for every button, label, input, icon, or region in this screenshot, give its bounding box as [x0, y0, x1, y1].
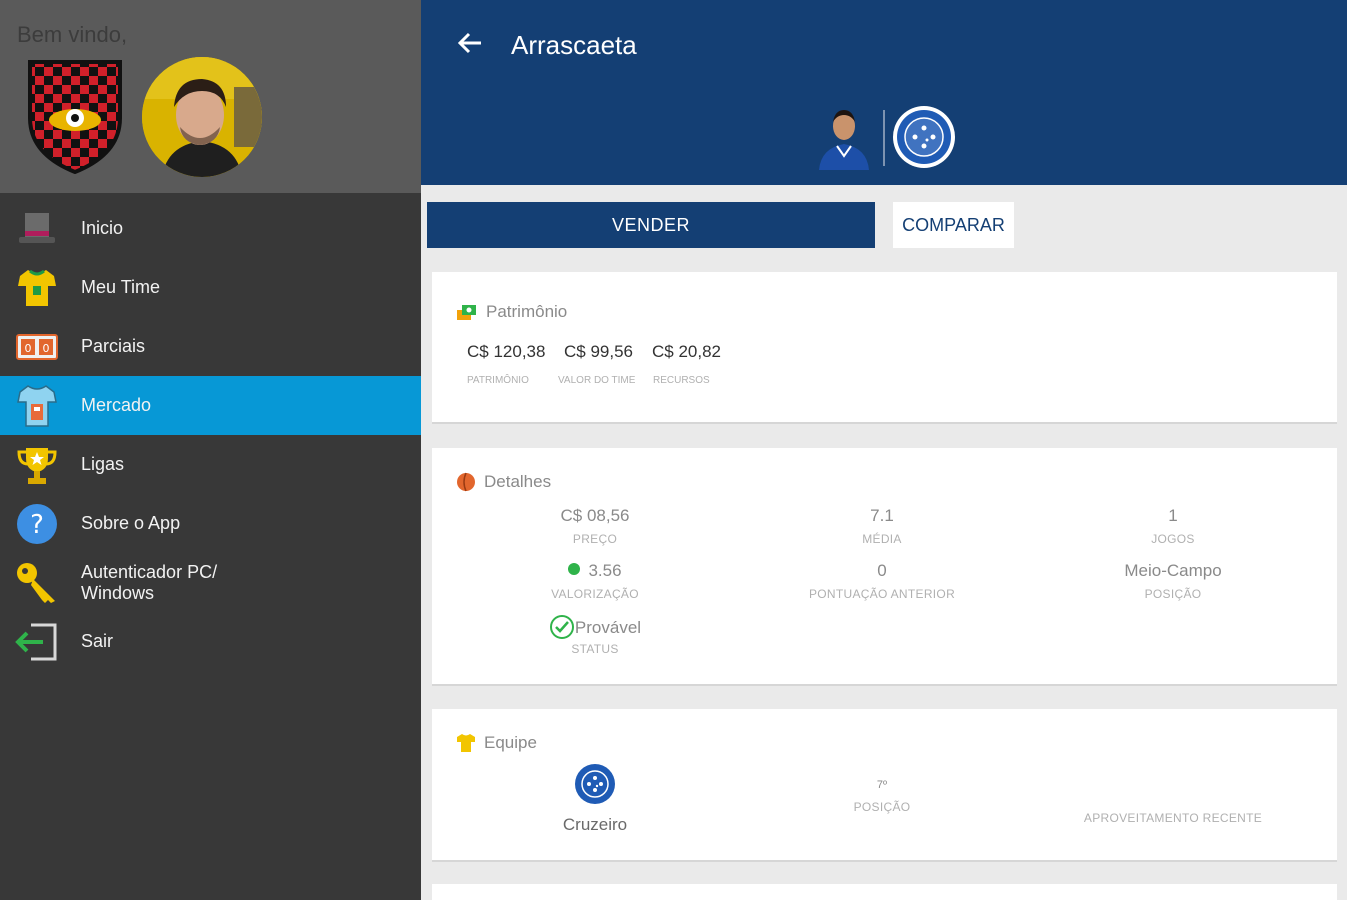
- menu-item-autenticador[interactable]: Autenticador PC/ Windows: [0, 553, 421, 612]
- previous-score-label: PONTUAÇÃO ANTERIOR: [808, 587, 956, 601]
- games-value: 1: [1168, 506, 1178, 525]
- menu-label-parciais: Parciais: [81, 336, 146, 356]
- valorization-value: 3.56: [588, 561, 622, 580]
- team-value-label: VALOR DO TIME: [558, 375, 636, 386]
- menu-label-sair: Sair: [81, 631, 114, 651]
- market-jersey-icon: [14, 383, 60, 429]
- average-label: MÉDIA: [862, 532, 902, 546]
- patrimonio-card: Patrimônio C$ 120,38 C$ 99,56 C$ 20,82 P…: [432, 272, 1337, 424]
- header-divider: [883, 110, 885, 166]
- app-bar: Arrascaeta: [421, 0, 1347, 185]
- compare-button[interactable]: COMPARAR: [893, 202, 1014, 248]
- status-row: Provável: [465, 614, 725, 640]
- menu-label-sobre: Sobre o App: [81, 513, 181, 533]
- patrimonio-title: Patrimônio: [486, 302, 568, 321]
- position-stat: Meio-Campo POSIÇÃO: [1043, 561, 1303, 601]
- positive-dot-icon: [568, 563, 581, 575]
- exit-icon: [14, 619, 60, 665]
- svg-text:0: 0: [25, 342, 32, 355]
- key-icon: [14, 560, 60, 606]
- menu-item-sair[interactable]: Sair: [0, 612, 421, 671]
- welcome-text: Bem vindo,: [17, 22, 128, 47]
- patrimonio-value: C$ 120,38: [467, 342, 546, 361]
- menu-label-inicio: Inicio: [81, 218, 124, 238]
- status-value: Provável: [574, 618, 642, 637]
- average-value: 7.1: [870, 506, 894, 525]
- previous-score-stat: 0 PONTUAÇÃO ANTERIOR: [752, 561, 1012, 601]
- hat-icon: [14, 206, 60, 252]
- valorization-row: 3.56: [465, 561, 725, 581]
- club-name: Cruzeiro: [562, 815, 628, 834]
- question-icon: ?: [14, 501, 60, 547]
- team-crest-icon[interactable]: [26, 58, 124, 174]
- valorization-label: VALORIZAÇÃO: [551, 587, 639, 601]
- menu-item-mercado[interactable]: Mercado: [0, 376, 421, 435]
- jersey-icon: [14, 265, 60, 311]
- status-label: STATUS: [571, 642, 619, 656]
- menu-item-inicio[interactable]: Inicio: [0, 199, 421, 258]
- resources-value: C$ 20,82: [652, 342, 721, 361]
- price-label: PREÇO: [572, 532, 618, 546]
- resources-label: RECURSOS: [653, 375, 710, 386]
- club-name-stat: Cruzeiro: [465, 815, 725, 835]
- position-label: POSIÇÃO: [1144, 587, 1202, 601]
- status-stat: Provável STATUS: [465, 614, 725, 656]
- games-label: JOGOS: [1151, 532, 1195, 546]
- drawer-menu: Inicio Meu Time 00 Parciais Mercado Liga…: [0, 199, 421, 671]
- position-value: Meio-Campo: [1124, 561, 1222, 580]
- check-circle-icon: [549, 615, 574, 639]
- games-stat: 1 JOGOS: [1043, 506, 1303, 546]
- menu-item-meu-time[interactable]: Meu Time: [0, 258, 421, 317]
- team-title: Equipe: [484, 733, 537, 752]
- user-photo-icon: [142, 57, 262, 177]
- menu-label-meu-time: Meu Time: [81, 277, 161, 297]
- recent-performance-stat: APROVEITAMENTO RECENTE: [1043, 805, 1303, 825]
- price-stat: C$ 08,56 PREÇO: [465, 506, 725, 546]
- valorization-stat: 3.56 VALORIZAÇÃO: [465, 561, 725, 601]
- menu-item-sobre[interactable]: ? Sobre o App: [0, 494, 421, 553]
- page-title: Arrascaeta: [511, 30, 637, 60]
- ball-icon: [457, 472, 475, 492]
- svg-text:?: ?: [30, 510, 44, 540]
- trophy-icon: [14, 442, 60, 488]
- menu-label-ligas: Ligas: [81, 454, 125, 474]
- details-card: Detalhes C$ 08,56 PREÇO 7.1 MÉDIA 1 JOGO…: [432, 448, 1337, 686]
- navigation-drawer: Bem vindo, Inicio Meu Time 0 0 Parciais …: [0, 0, 421, 900]
- average-stat: 7.1 MÉDIA: [752, 506, 1012, 546]
- patrimonio-values: C$ 120,38 C$ 99,56 C$ 20,82: [467, 342, 721, 362]
- team-value: C$ 99,56: [564, 342, 633, 361]
- previous-score-value: 0: [877, 561, 887, 580]
- player-photo-icon: [819, 110, 869, 170]
- svg-text:0: 0: [43, 342, 50, 355]
- sell-button[interactable]: VENDER: [427, 202, 875, 248]
- patrimonio-label: PATRIMÔNIO: [467, 375, 529, 386]
- next-card: [432, 884, 1337, 900]
- price-value: C$ 08,56: [560, 506, 630, 525]
- club-rank-stat: 7º POSIÇÃO: [752, 779, 1012, 814]
- jersey-small-icon: [457, 734, 475, 752]
- drawer-header: Bem vindo,: [0, 0, 421, 193]
- menu-item-ligas[interactable]: Ligas: [0, 435, 421, 494]
- cruzeiro-badge-icon: [893, 106, 955, 168]
- team-card: Equipe Cruzeiro 7º POSIÇÃO APROVEITAMENT…: [432, 709, 1337, 862]
- club-rank-value: 7º: [876, 779, 888, 791]
- user-avatar[interactable]: [142, 57, 262, 177]
- recent-performance-label: APROVEITAMENTO RECENTE: [1083, 811, 1263, 825]
- team-header: Equipe: [456, 733, 537, 753]
- money-icon: [457, 305, 476, 320]
- scoreboard-icon: 00: [14, 324, 60, 370]
- back-arrow-icon[interactable]: [457, 30, 483, 56]
- details-header: Detalhes: [456, 472, 551, 492]
- club-rank-label: POSIÇÃO: [853, 800, 911, 814]
- patrimonio-header: Patrimônio: [456, 302, 567, 322]
- menu-item-parciais[interactable]: 00 Parciais: [0, 317, 421, 376]
- cruzeiro-logo-icon[interactable]: [574, 763, 616, 805]
- menu-label-autenticador: Autenticador PC/ Windows: [81, 561, 218, 603]
- details-title: Detalhes: [484, 472, 552, 491]
- menu-label-mercado: Mercado: [81, 395, 152, 415]
